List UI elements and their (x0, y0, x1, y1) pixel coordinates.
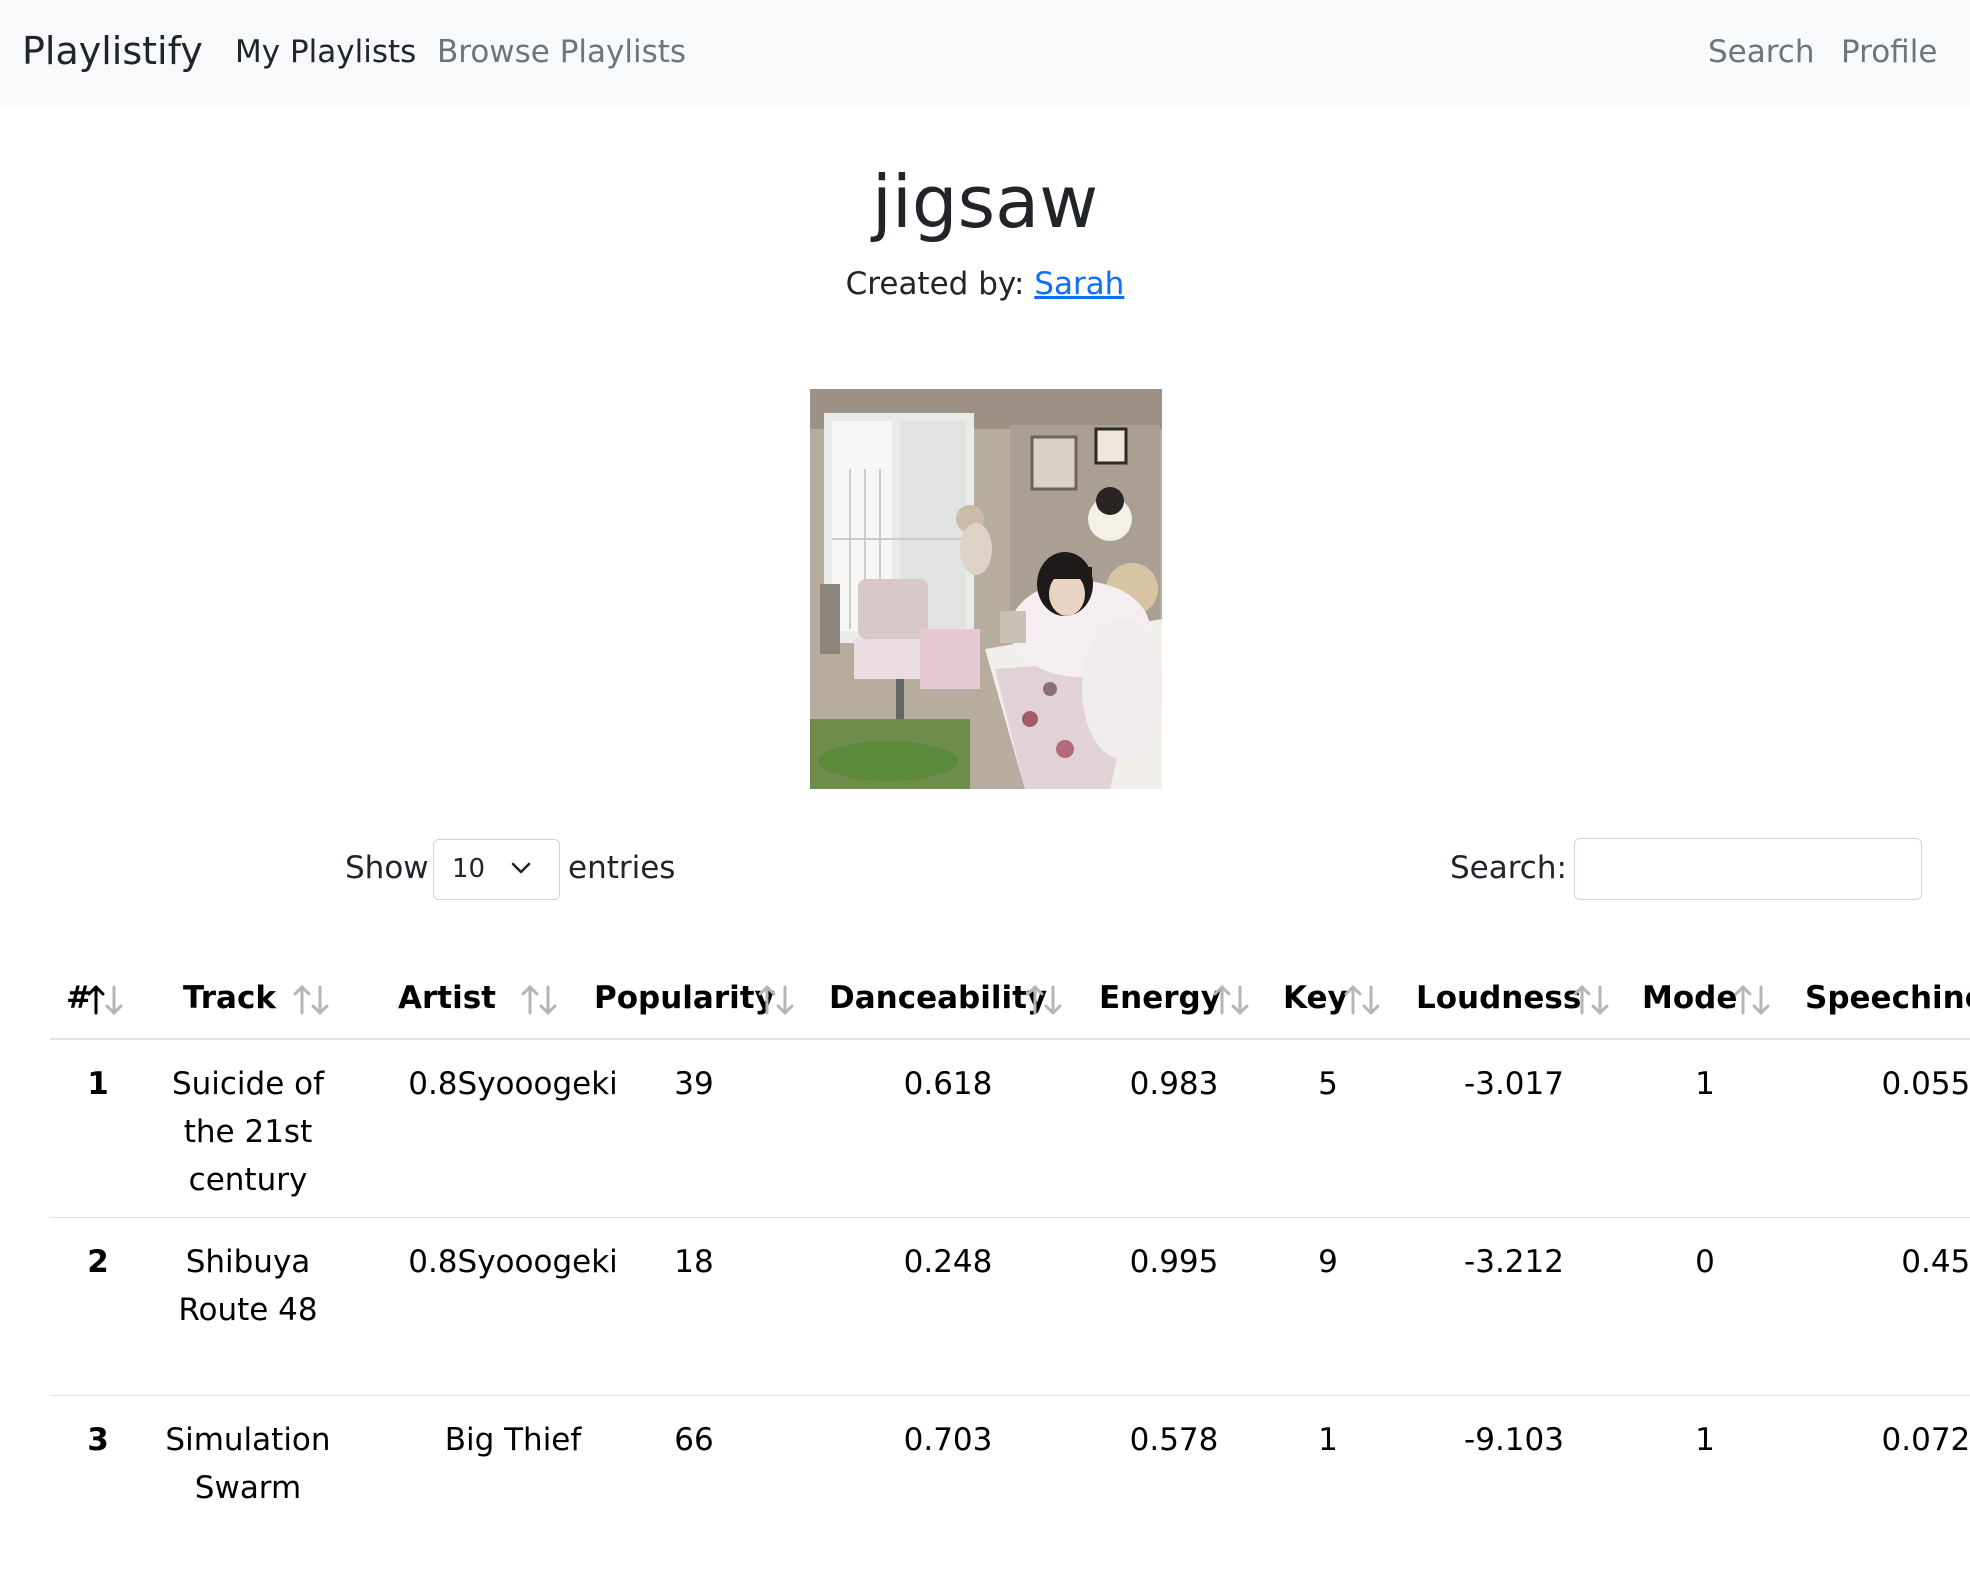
cell-speechiness: 0.456 (1901, 1244, 1970, 1280)
sort-icon[interactable] (1572, 984, 1612, 1016)
entries-per-page-select[interactable]: 10 (433, 839, 560, 900)
cell-popularity: 18 (674, 1244, 714, 1280)
cell-key: 9 (1318, 1244, 1338, 1280)
nav-search[interactable]: Search (1708, 34, 1815, 70)
col-header-danceability[interactable]: Danceability (829, 980, 1047, 1016)
cell-number: 1 (87, 1066, 109, 1102)
col-header-key[interactable]: Key (1283, 980, 1348, 1016)
show-label: Show (345, 850, 429, 886)
cell-track: Simulation Swarm (165, 1422, 331, 1506)
entries-per-page-value: 10 (452, 854, 486, 884)
cell-energy: 0.983 (1129, 1066, 1219, 1102)
cell-track: Suicide of the 21st century (171, 1066, 325, 1198)
cell-danceability: 0.703 (903, 1422, 993, 1458)
cell-track: Shibuya Route 48 (178, 1244, 318, 1328)
cell-danceability: 0.248 (903, 1244, 993, 1280)
table-search-input[interactable] (1574, 838, 1922, 900)
playlist-cover-image (810, 389, 1162, 789)
table-row: 3 Simulation Swarm Big Thief 66 0.703 0.… (50, 1396, 1970, 1520)
sort-icon[interactable] (757, 984, 797, 1016)
cell-mode: 0 (1695, 1244, 1715, 1280)
col-header-mode[interactable]: Mode (1642, 980, 1737, 1016)
nav-my-playlists[interactable]: My Playlists (235, 34, 416, 70)
sort-icon[interactable] (1733, 984, 1773, 1016)
cell-number: 3 (87, 1422, 109, 1458)
sort-icon[interactable] (1025, 984, 1065, 1016)
table-row: 2 Shibuya Route 48 0.8Syooogeki 18 0.248… (50, 1218, 1970, 1396)
col-header-track[interactable]: Track (183, 980, 276, 1016)
cell-speechiness: 0.0728 (1881, 1422, 1970, 1458)
cell-mode: 1 (1695, 1422, 1715, 1458)
chevron-down-icon (511, 854, 531, 882)
cell-danceability: 0.618 (903, 1066, 993, 1102)
cell-mode: 1 (1695, 1066, 1715, 1102)
sort-ascending-icon[interactable] (86, 984, 126, 1016)
tracks-table: # Track Artist Popularity Danceability E… (50, 960, 1970, 1520)
cell-popularity: 39 (674, 1066, 714, 1102)
col-header-speechiness[interactable]: Speechines (1805, 980, 1970, 1016)
cell-speechiness: 0.0556 (1881, 1066, 1970, 1102)
nav-browse-playlists[interactable]: Browse Playlists (437, 34, 686, 70)
cell-number: 2 (87, 1244, 109, 1280)
col-header-loudness[interactable]: Loudness (1416, 980, 1581, 1016)
cell-popularity: 66 (674, 1422, 714, 1458)
table-search-label: Search: (1450, 850, 1567, 886)
table-header-row: # Track Artist Popularity Danceability E… (50, 960, 1970, 1040)
nav-profile[interactable]: Profile (1841, 34, 1937, 70)
cell-energy: 0.578 (1129, 1422, 1219, 1458)
entries-label: entries (568, 850, 676, 886)
cell-loudness: -9.103 (1464, 1422, 1564, 1458)
cell-key: 1 (1318, 1422, 1338, 1458)
cell-loudness: -3.212 (1464, 1244, 1564, 1280)
created-by-label: Created by: (845, 266, 1025, 302)
col-header-energy[interactable]: Energy (1099, 980, 1221, 1016)
cell-energy: 0.995 (1129, 1244, 1219, 1280)
playlist-creator-line: Created by: Sarah (0, 266, 1970, 302)
sort-icon[interactable] (520, 984, 560, 1016)
table-row: 1 Suicide of the 21st century 0.8Syoooge… (50, 1040, 1970, 1218)
sort-icon[interactable] (1343, 984, 1383, 1016)
creator-link[interactable]: Sarah (1034, 266, 1124, 302)
top-navbar: Playlistify My Playlists Browse Playlist… (0, 0, 1970, 107)
sort-icon[interactable] (292, 984, 332, 1016)
playlist-title: jigsaw (871, 160, 1099, 244)
sort-icon[interactable] (1212, 984, 1252, 1016)
col-header-artist[interactable]: Artist (398, 980, 496, 1016)
brand-logo[interactable]: Playlistify (22, 29, 203, 73)
cell-loudness: -3.017 (1464, 1066, 1564, 1102)
col-header-popularity[interactable]: Popularity (594, 980, 775, 1016)
cell-key: 5 (1318, 1066, 1338, 1102)
